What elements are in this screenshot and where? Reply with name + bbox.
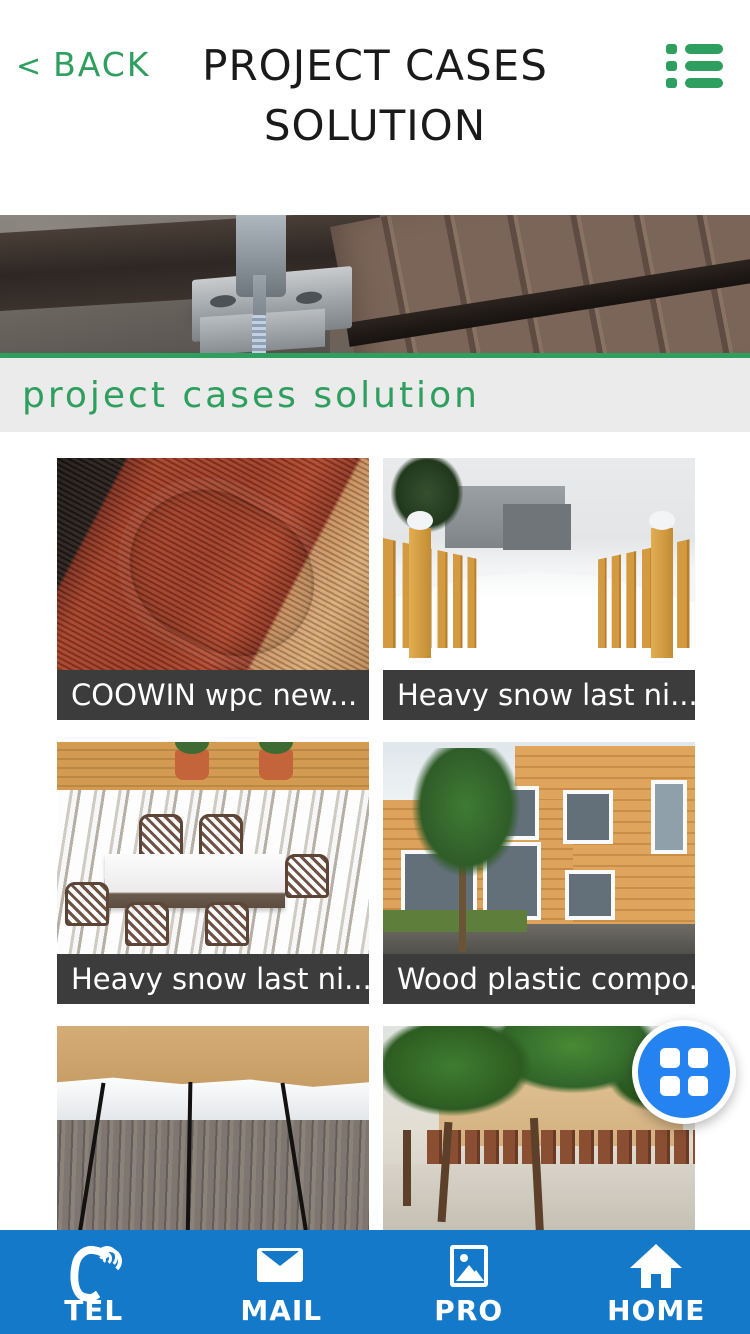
case-thumbnail: [57, 458, 369, 670]
envelope-flap: [262, 1252, 299, 1266]
home-icon: [628, 1240, 684, 1292]
case-thumbnail: [57, 1026, 369, 1238]
nav-item-home[interactable]: HOME: [563, 1230, 750, 1334]
patio-chair: [125, 902, 169, 946]
grid-squares-icon: [660, 1048, 708, 1096]
section-title: project cases solution: [22, 374, 480, 416]
grass: [383, 910, 527, 932]
list-icon-row: [666, 61, 724, 71]
list-icon-row: [666, 44, 724, 54]
case-caption: Wood plastic compo...: [383, 954, 695, 1004]
banner-artwork: [0, 215, 750, 353]
grid-view-fab-button[interactable]: [632, 1020, 736, 1124]
case-thumbnail: [383, 458, 695, 670]
case-card[interactable]: Wood plastic compo...: [383, 742, 695, 1004]
page-header: < BACK PROJECT CASES SOLUTION: [0, 0, 750, 215]
plant-pot: [175, 742, 209, 780]
window: [651, 780, 687, 854]
image-icon: [441, 1240, 497, 1292]
list-icon-bar: [685, 61, 723, 71]
list-icon-dot: [666, 44, 677, 54]
decking-boards-photo: [57, 458, 369, 670]
back-button[interactable]: < BACK: [16, 45, 150, 84]
grid-square: [660, 1048, 680, 1068]
back-label: BACK: [53, 45, 151, 84]
hero-banner-image: [0, 215, 750, 358]
grid-square: [660, 1076, 680, 1096]
phone-waves: [95, 1244, 118, 1272]
image-sun: [459, 1254, 468, 1262]
nav-item-tel[interactable]: TEL: [0, 1230, 188, 1334]
list-icon-bar: [685, 78, 723, 88]
case-card[interactable]: Heavy snow last ni...: [383, 458, 695, 720]
list-icon-row: [666, 78, 724, 88]
patio-table: [105, 854, 285, 908]
case-thumbnail: [57, 742, 369, 954]
section-header: project cases solution: [0, 358, 750, 432]
fence-post-left: [407, 511, 433, 658]
nav-item-pro[interactable]: PRO: [375, 1230, 563, 1334]
image-mountain: [467, 1270, 484, 1281]
chevron-left-icon: <: [16, 49, 44, 84]
wood-grain-detail: [102, 462, 342, 670]
picket-fence-right: [598, 538, 695, 648]
nav-item-mail[interactable]: MAIL: [188, 1230, 376, 1334]
list-icon-bar: [685, 44, 723, 54]
patio-wall: [57, 742, 369, 794]
case-card[interactable]: COOWIN wpc new...: [57, 458, 369, 720]
patio-chair: [199, 814, 243, 858]
nav-label-mail: MAIL: [240, 1294, 323, 1327]
home-door: [651, 1274, 662, 1288]
tree-canopy: [411, 748, 521, 878]
case-thumbnail: [383, 742, 695, 954]
list-icon[interactable]: [666, 44, 724, 88]
patio-chair: [139, 814, 183, 858]
nav-label-pro: PRO: [434, 1294, 504, 1327]
banner-screw: [252, 315, 266, 353]
grid-square: [688, 1048, 708, 1068]
list-icon-dot: [666, 61, 677, 71]
snow-fence-photo: [383, 458, 695, 670]
case-caption: COOWIN wpc new...: [57, 670, 369, 720]
mobile-page: < BACK PROJECT CASES SOLUTION project ca…: [0, 0, 750, 1334]
project-cases-grid: COOWIN wpc new... Heavy snow last ni...: [0, 432, 750, 1288]
snow-on-decking-photo: [57, 1026, 369, 1238]
window: [565, 870, 615, 920]
image-frame: [449, 1245, 488, 1287]
envelope-icon: [253, 1240, 309, 1292]
grid-square: [688, 1076, 708, 1096]
plant-pot: [259, 742, 293, 780]
nav-label-home: HOME: [607, 1294, 706, 1327]
envelope-body: [257, 1248, 304, 1282]
home-roof: [630, 1244, 683, 1268]
phone-icon: [66, 1240, 122, 1292]
case-caption: Heavy snow last ni...: [57, 954, 369, 1004]
snowy-patio-photo: [57, 742, 369, 954]
case-card[interactable]: Heavy snow last ni...: [57, 742, 369, 1004]
window: [563, 790, 613, 844]
patio-chair: [65, 882, 109, 926]
patio-chair: [205, 902, 249, 946]
fence-post-right: [649, 511, 675, 658]
patio-chair: [285, 854, 329, 898]
list-icon-dot: [666, 78, 677, 88]
picket-fence-left: [383, 538, 480, 648]
bottom-navigation-bar: TEL MAIL PRO HOME: [0, 1230, 750, 1334]
case-caption: Heavy snow last ni...: [383, 670, 695, 720]
page-title: PROJECT CASES SOLUTION: [202, 41, 548, 150]
wpc-cladding-building-photo: [383, 742, 695, 954]
background-building: [503, 504, 571, 550]
